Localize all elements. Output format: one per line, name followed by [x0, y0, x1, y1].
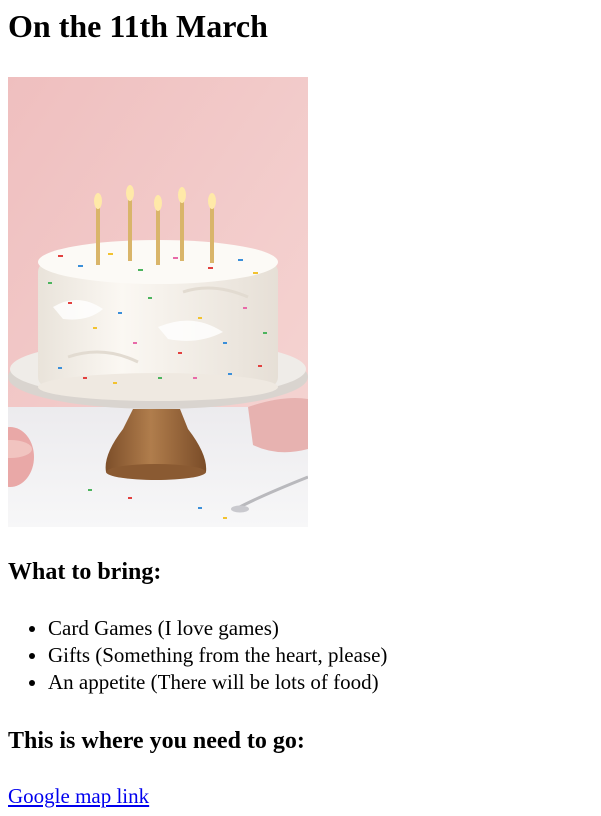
what-to-bring-heading: What to bring:	[8, 559, 162, 585]
list-item: An appetite (There will be lots of food)	[48, 669, 387, 696]
cake-illustration	[8, 77, 308, 527]
location-heading: This is where you need to go:	[8, 728, 305, 754]
google-map-link[interactable]: Google map link	[8, 783, 149, 810]
list-item: Gifts (Something from the heart, please)	[48, 642, 387, 669]
list-item: Card Games (I love games)	[48, 615, 387, 642]
bring-list: Card Games (I love games) Gifts (Somethi…	[8, 615, 387, 696]
cake-image	[8, 77, 308, 527]
page-title: On the 11th March	[8, 8, 268, 44]
